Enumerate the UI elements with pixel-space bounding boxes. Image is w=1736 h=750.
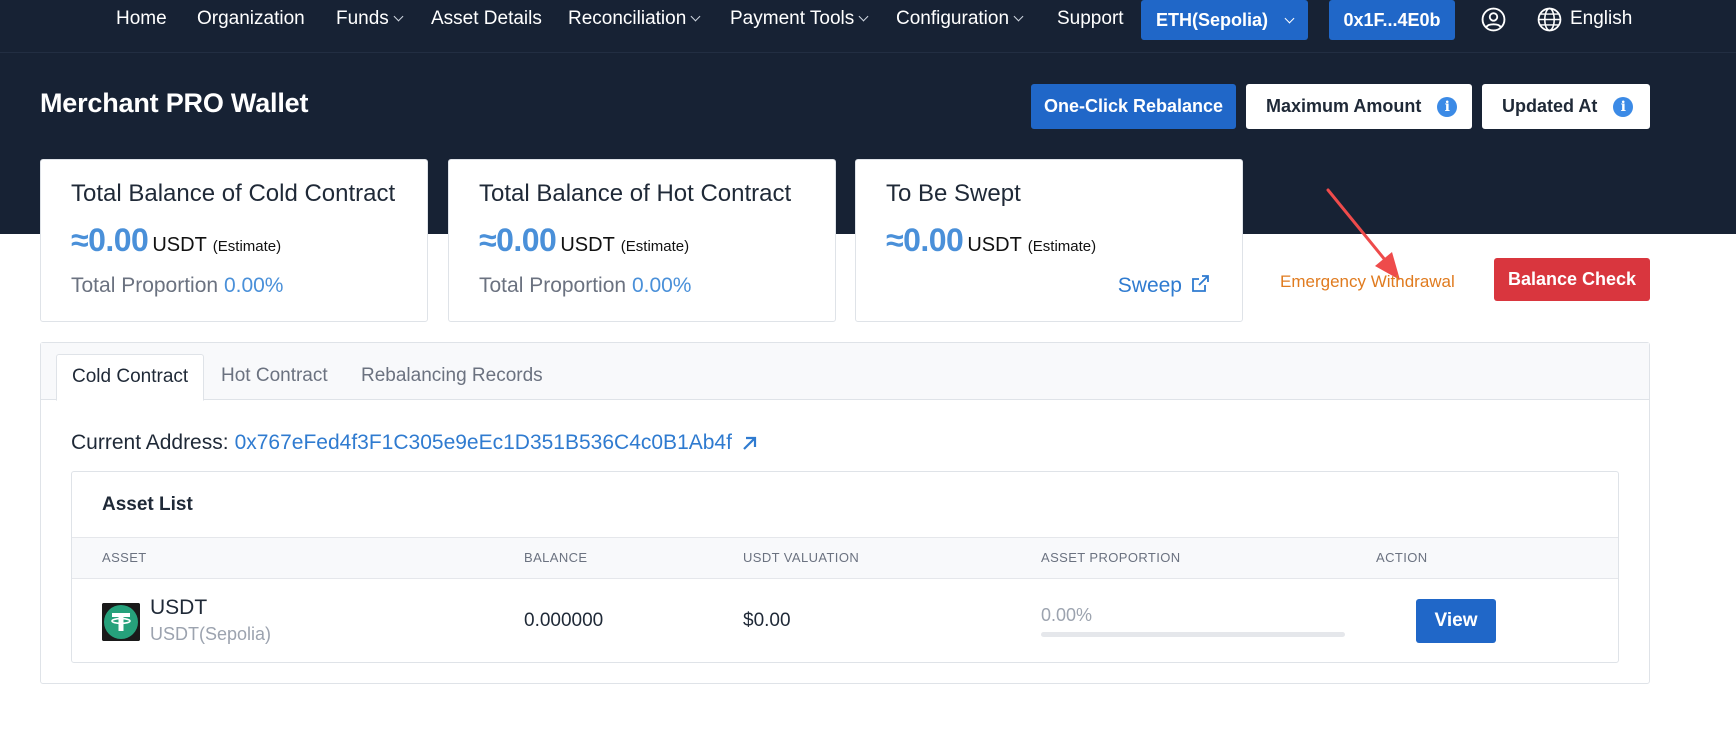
amount-estimate-note: (Estimate) bbox=[620, 238, 690, 255]
card-title: Total Balance of Hot Contract bbox=[479, 180, 792, 207]
updated-at-button[interactable]: Updated At i bbox=[1482, 84, 1650, 129]
total-proportion: Total Proportion 0.00% bbox=[479, 274, 691, 298]
column-header-balance: BALANCE bbox=[524, 550, 588, 565]
language-selector[interactable]: English bbox=[1570, 0, 1632, 38]
total-proportion: Total Proportion 0.00% bbox=[71, 274, 283, 298]
nav-funds-label: Funds bbox=[336, 8, 389, 29]
card-amount: ≈0.00 USDT (Estimate) bbox=[71, 222, 281, 259]
amount-unit: USDT bbox=[967, 234, 1022, 256]
card-amount: ≈0.00 USDT (Estimate) bbox=[886, 222, 1096, 259]
external-link-icon bbox=[1192, 275, 1209, 292]
nav-home-label: Home bbox=[116, 8, 167, 29]
sweep-label: Sweep bbox=[1117, 274, 1182, 297]
tab-cold-contract[interactable]: Cold Contract bbox=[56, 354, 205, 401]
network-selector[interactable]: ETH(Sepolia) bbox=[1141, 0, 1308, 40]
page-title: Merchant PRO Wallet bbox=[40, 88, 309, 118]
to-be-swept-card: To Be Swept ≈0.00 USDT (Estimate) Sweep bbox=[855, 159, 1243, 322]
total-proportion-value: 0.00% bbox=[631, 274, 692, 297]
card-amount: ≈0.00 USDT (Estimate) bbox=[479, 222, 689, 259]
amount-unit: USDT bbox=[152, 234, 207, 256]
nav-payment-tools[interactable]: Payment Tools bbox=[730, 0, 869, 38]
tab-hot-contract[interactable]: Hot Contract bbox=[221, 354, 328, 401]
info-icon[interactable]: i bbox=[1437, 97, 1458, 117]
tab-rebalancing-records[interactable]: Rebalancing Records bbox=[361, 354, 543, 401]
nav-support[interactable]: Support bbox=[1057, 0, 1124, 38]
total-proportion-label: Total Proportion bbox=[71, 274, 219, 297]
chevron-down-icon bbox=[393, 11, 404, 22]
tab-bar: Cold Contract Hot Contract Rebalancing R… bbox=[41, 343, 1649, 401]
column-header-asset-proportion: ASSET PROPORTION bbox=[1041, 550, 1181, 565]
cold-contract-balance-card: Total Balance of Cold Contract ≈0.00 USDT… bbox=[40, 159, 428, 322]
top-navigation: Home Organization Funds Asset Details Re… bbox=[0, 0, 1736, 53]
amount-estimate-note: (Estimate) bbox=[1027, 238, 1097, 255]
tether-usdt-icon bbox=[102, 603, 140, 641]
nav-asset-details[interactable]: Asset Details bbox=[431, 0, 542, 38]
nav-support-label: Support bbox=[1057, 8, 1124, 29]
asset-list-title: Asset List bbox=[102, 494, 193, 515]
nav-funds[interactable]: Funds bbox=[336, 0, 404, 38]
language-label: English bbox=[1570, 8, 1633, 29]
chevron-down-icon bbox=[1284, 13, 1295, 24]
asset-usdt-valuation: $0.00 bbox=[743, 610, 791, 631]
total-proportion-label: Total Proportion bbox=[479, 274, 627, 297]
emergency-withdrawal-link[interactable]: Emergency Withdrawal bbox=[1280, 272, 1455, 292]
amount-unit: USDT bbox=[560, 234, 615, 256]
current-address-link[interactable]: 0x767eFed4f3F1C305e9eEc1D351B536C4c0B1Ab… bbox=[235, 431, 732, 454]
card-title: Total Balance of Cold Contract bbox=[71, 180, 396, 207]
amount-value: ≈0.00 bbox=[479, 222, 557, 258]
nav-configuration[interactable]: Configuration bbox=[896, 0, 1024, 38]
nav-home[interactable]: Home bbox=[116, 0, 167, 38]
maximum-amount-label: Maximum Amount bbox=[1266, 96, 1422, 116]
column-header-action: ACTION bbox=[1376, 550, 1428, 565]
asset-list-card: Asset List ASSET BALANCE USDT VALUATION … bbox=[71, 471, 1619, 663]
nav-organization-label: Organization bbox=[197, 8, 305, 29]
asset-name: USDT bbox=[150, 596, 208, 619]
asset-proportion-bar bbox=[1041, 632, 1345, 637]
amount-value: ≈0.00 bbox=[71, 222, 149, 258]
amount-estimate-note: (Estimate) bbox=[212, 238, 282, 255]
one-click-rebalance-button[interactable]: One-Click Rebalance bbox=[1031, 84, 1236, 129]
view-asset-label: View bbox=[1434, 610, 1478, 631]
hot-contract-balance-card: Total Balance of Hot Contract ≈0.00 USDT (… bbox=[448, 159, 836, 322]
info-icon[interactable]: i bbox=[1613, 97, 1634, 117]
account-button[interactable]: 0x1F...4E0b bbox=[1329, 0, 1455, 40]
chevron-down-icon bbox=[858, 11, 869, 22]
balance-check-button[interactable]: Balance Check bbox=[1494, 258, 1650, 301]
amount-value: ≈0.00 bbox=[886, 222, 964, 258]
sweep-link[interactable]: Sweep bbox=[1118, 274, 1210, 298]
view-asset-button[interactable]: View bbox=[1416, 599, 1496, 643]
nav-asset-details-label: Asset Details bbox=[431, 8, 542, 29]
network-selector-label: ETH(Sepolia) bbox=[1155, 10, 1268, 30]
nav-payment-tools-label: Payment Tools bbox=[730, 8, 855, 29]
chevron-down-icon bbox=[690, 11, 701, 22]
globe-icon[interactable] bbox=[1537, 7, 1562, 32]
current-address-label: Current Address: bbox=[71, 431, 229, 454]
balance-check-label: Balance Check bbox=[1507, 269, 1637, 289]
asset-proportion-value: 0.00% bbox=[1041, 605, 1093, 625]
user-profile-icon[interactable] bbox=[1481, 7, 1506, 32]
one-click-rebalance-label: One-Click Rebalance bbox=[1043, 96, 1224, 116]
nav-reconciliation[interactable]: Reconciliation bbox=[568, 0, 701, 38]
column-header-usdt-valuation: USDT VALUATION bbox=[743, 550, 860, 565]
asset-network: USDT(Sepolia) bbox=[150, 624, 272, 644]
total-proportion-value: 0.00% bbox=[223, 274, 284, 297]
asset-balance: 0.000000 bbox=[524, 610, 604, 631]
column-header-asset: ASSET bbox=[102, 550, 147, 565]
nav-organization[interactable]: Organization bbox=[197, 0, 305, 38]
card-title: To Be Swept bbox=[886, 180, 1021, 207]
updated-at-label: Updated At bbox=[1502, 96, 1598, 116]
asset-table-header: ASSET BALANCE USDT VALUATION ASSET PROPO… bbox=[72, 537, 1618, 579]
nav-configuration-label: Configuration bbox=[896, 8, 1010, 29]
maximum-amount-button[interactable]: Maximum Amount i bbox=[1246, 84, 1472, 129]
current-address-row: Current Address: 0x767eFed4f3F1C305e9eEc1… bbox=[71, 431, 758, 455]
account-address-label: 0x1F...4E0b bbox=[1343, 10, 1441, 30]
nav-reconciliation-label: Reconciliation bbox=[568, 8, 687, 29]
chevron-down-icon bbox=[1013, 11, 1024, 22]
contract-tabs-panel: Cold Contract Hot Contract Rebalancing R… bbox=[40, 342, 1650, 684]
arrow-up-right-icon[interactable] bbox=[740, 434, 758, 452]
